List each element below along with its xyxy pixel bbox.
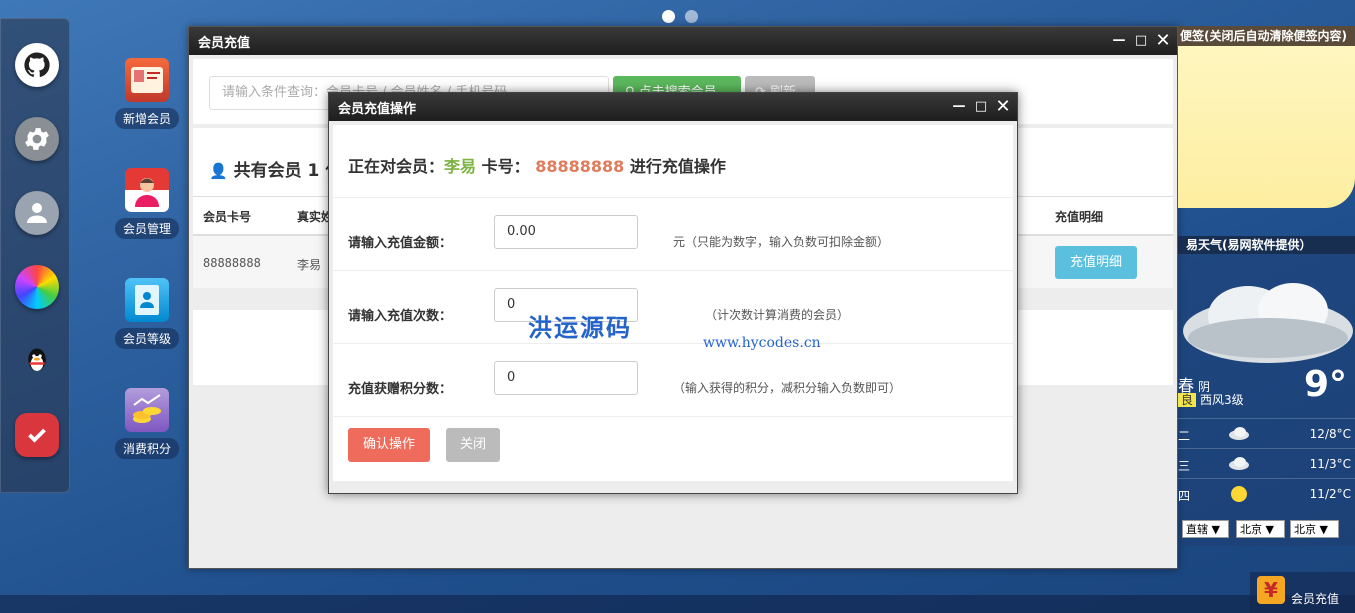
gear-icon[interactable]: [15, 117, 59, 161]
close-icon[interactable]: ✕: [1155, 30, 1171, 51]
air-quality: 良西风3级: [1178, 391, 1244, 408]
forecast-row: 三 11/3°C: [1178, 448, 1355, 478]
cloud-icon: [1183, 283, 1353, 363]
recharge-detail-button[interactable]: 充值明细: [1055, 246, 1137, 279]
member-name: 李易: [444, 157, 477, 176]
vip-card-icon: [125, 58, 169, 102]
store-clerk-icon: [125, 168, 169, 212]
select-value: 北京: [1240, 523, 1262, 536]
province-select[interactable]: 直辖 ▼: [1182, 520, 1229, 538]
card-label: 卡号：: [481, 157, 530, 176]
amount-input[interactable]: 0.00: [494, 215, 638, 249]
color-wheel-icon[interactable]: [15, 265, 59, 309]
amount-label: 请输入充值金额：: [348, 236, 453, 251]
heading-prefix: 正在对会员：: [348, 157, 445, 176]
forecast-day: 二: [1178, 429, 1191, 443]
qq-penguin-icon[interactable]: [15, 339, 59, 383]
minimize-icon[interactable]: —: [951, 97, 967, 115]
desktop-icon-member-manage[interactable]: 会员管理: [112, 168, 182, 239]
coins-chart-icon: [125, 388, 169, 432]
cell-card: 88888888: [203, 256, 261, 270]
dialog-heading: 正在对会员：李易 卡号： 88888888 进行充值操作: [348, 153, 726, 177]
taskbar-item-recharge[interactable]: ¥ 会员充值: [1250, 572, 1355, 613]
aq-badge: 良: [1178, 393, 1197, 407]
cloud-icon: [1228, 455, 1250, 474]
note-title: 便签(关闭后自动清除便签内容): [1178, 26, 1355, 46]
watermark-url: www.hycodes.cn: [703, 335, 821, 351]
count-label: 请输入充值次数：: [348, 309, 453, 324]
city-select[interactable]: 北京 ▼: [1236, 520, 1285, 538]
taskbar: [0, 595, 1355, 613]
desktop-icon-points[interactable]: 消费积分: [112, 388, 182, 459]
dialog-body: 正在对会员：李易 卡号： 88888888 进行充值操作 请输入充值金额： 0.…: [333, 125, 1013, 481]
forecast-row: 四 11/2°C: [1178, 478, 1355, 508]
close-icon[interactable]: ✕: [995, 96, 1011, 117]
select-value: 北京: [1294, 523, 1316, 536]
forecast-day: 三: [1178, 459, 1191, 473]
desktop-icon-label: 新增会员: [114, 108, 179, 129]
count-hint: （计次数计算消费的会员）: [705, 308, 850, 322]
pager-dot-2[interactable]: [685, 10, 698, 23]
recharge-operation-dialog: 会员充值操作 — □ ✕ 正在对会员：李易 卡号： 88888888 进行充值操…: [328, 92, 1018, 494]
window-titlebar[interactable]: 会员充值 — □ ✕: [189, 27, 1177, 55]
desktop-icon-label: 会员等级: [114, 328, 179, 349]
cell-name: 李易: [297, 258, 322, 272]
forecast-day: 四: [1178, 489, 1191, 503]
sticky-note-widget[interactable]: 便签(关闭后自动清除便签内容): [1178, 26, 1355, 208]
cloud-icon: [1228, 425, 1250, 444]
column-header-card: 会员卡号: [203, 210, 252, 224]
current-temp: 9°: [1303, 364, 1347, 405]
points-label: 充值获赠积分数：: [348, 382, 453, 397]
amount-hint: 元（只能为数字，输入负数可扣除金额）: [673, 235, 890, 249]
desktop-icon-label: 消费积分: [114, 438, 179, 459]
weather-widget: 易天气(易网软件提供） 春阴 9° 良西风3级 二 12/8°C 三 11/3°…: [1178, 236, 1355, 546]
yen-icon: ¥: [1257, 576, 1285, 604]
window-title: 会员充值: [198, 35, 251, 51]
dialog-title: 会员充值操作: [338, 101, 417, 117]
desktop-icon-member-level[interactable]: 会员等级: [112, 278, 182, 349]
user-contacts-icon[interactable]: [15, 191, 59, 235]
district-select[interactable]: 北京 ▼: [1290, 520, 1339, 538]
watermark-text: 洪运源码: [528, 313, 632, 342]
select-value: 直辖: [1186, 523, 1208, 536]
contact-book-icon: [125, 278, 169, 322]
heading-suffix: 进行充值操作: [629, 157, 726, 176]
member-count-title: 👤 共有会员 1 位: [209, 156, 342, 181]
count-text: 共有会员 1 位: [233, 161, 343, 181]
github-icon[interactable]: [15, 43, 59, 87]
close-button[interactable]: 关闭: [446, 428, 500, 462]
minimize-icon[interactable]: —: [1111, 31, 1127, 49]
forecast-temp: 11/3°C: [1309, 457, 1351, 471]
wind-info: 西风3级: [1200, 393, 1244, 407]
dialog-titlebar[interactable]: 会员充值操作 — □ ✕: [329, 93, 1017, 121]
desktop-icon-label: 会员管理: [114, 218, 179, 239]
confirm-button[interactable]: 确认操作: [348, 428, 430, 462]
pager-dot-1[interactable]: [662, 10, 675, 23]
weather-title: 易天气(易网软件提供）: [1178, 236, 1355, 254]
maximize-icon[interactable]: □: [973, 97, 989, 115]
column-header-detail: 充值明细: [1055, 210, 1104, 224]
desktop-pager[interactable]: [662, 10, 698, 23]
forecast-temp: 11/2°C: [1309, 487, 1351, 501]
forecast-row: 二 12/8°C: [1178, 418, 1355, 448]
shield-check-icon[interactable]: [15, 413, 59, 457]
points-hint: （输入获得的积分，减积分输入负数即可）: [673, 381, 902, 395]
card-number: 88888888: [535, 157, 625, 176]
sun-icon: [1228, 485, 1250, 506]
app-dock: [0, 18, 70, 493]
maximize-icon[interactable]: □: [1133, 31, 1149, 49]
taskbar-item-label: 会员充值: [1291, 592, 1340, 606]
user-icon: 👤: [209, 162, 228, 180]
points-input[interactable]: 0: [494, 361, 638, 395]
forecast-temp: 12/8°C: [1309, 427, 1351, 441]
desktop-icon-add-member[interactable]: 新增会员: [112, 58, 182, 129]
